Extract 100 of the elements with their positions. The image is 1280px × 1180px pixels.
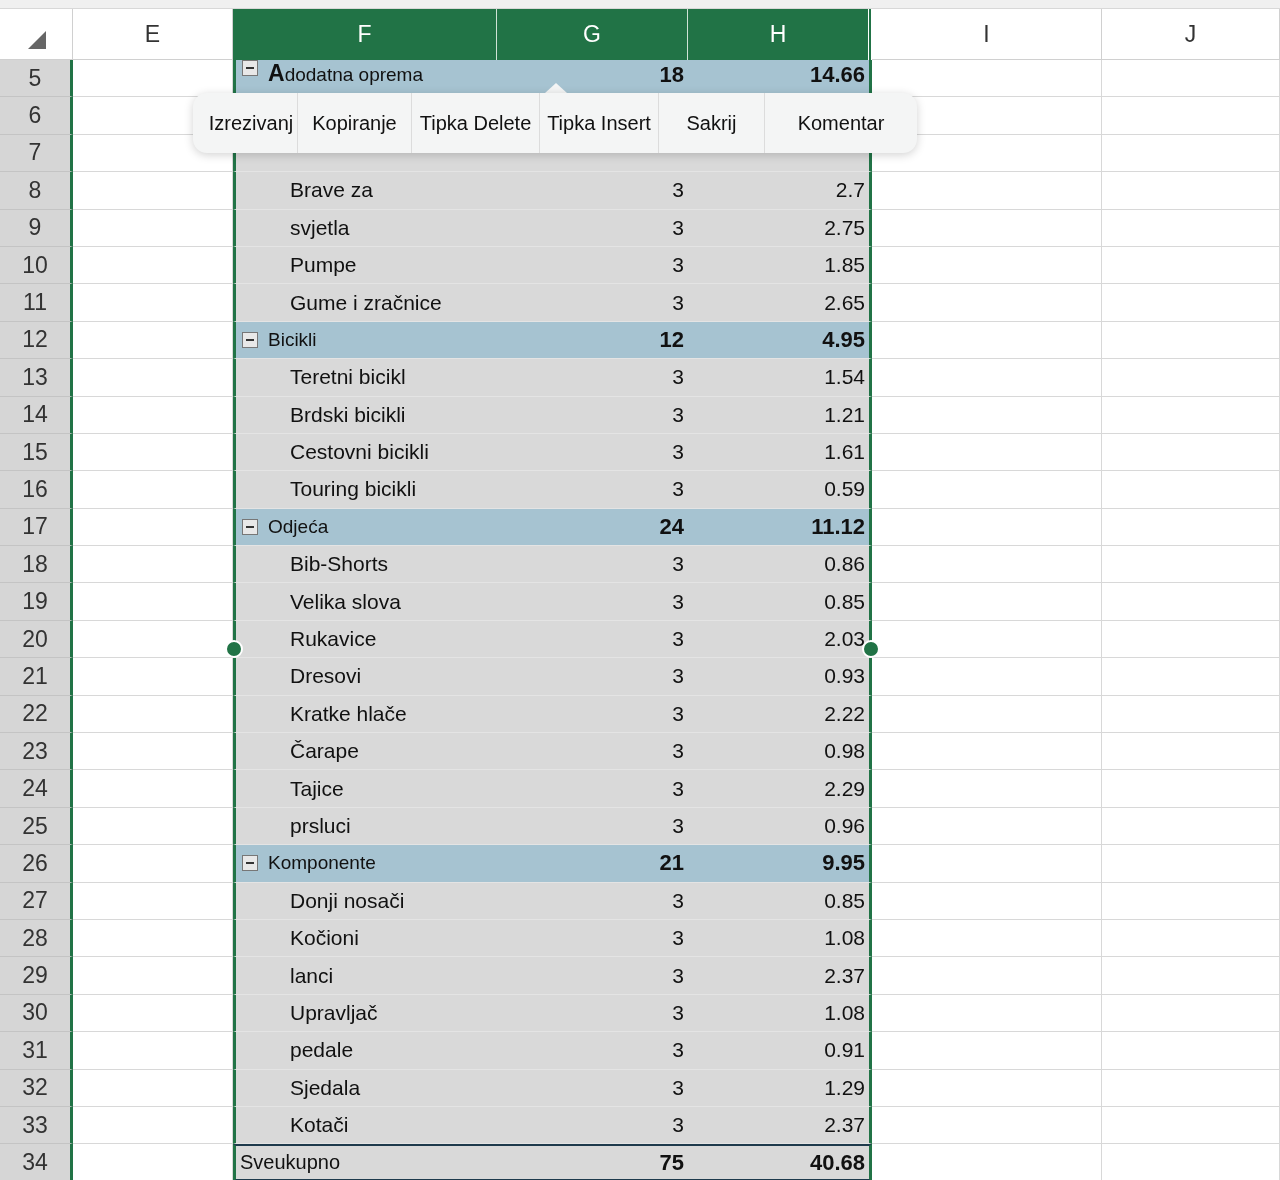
empty-cell[interactable] [1102, 583, 1280, 621]
value-cell[interactable]: 0.91 [688, 1032, 872, 1070]
empty-cell[interactable] [1102, 770, 1280, 808]
value-cell[interactable]: 2.29 [688, 770, 872, 808]
value-cell[interactable]: 3 [497, 396, 688, 434]
value-cell[interactable]: 3 [497, 658, 688, 696]
row-number[interactable]: 14 [0, 396, 73, 434]
value-cell[interactable]: 1.61 [688, 433, 872, 472]
column-header[interactable]: G [497, 9, 688, 60]
value-cell[interactable]: 0.85 [688, 583, 872, 621]
empty-cell[interactable] [1102, 60, 1280, 98]
empty-cell[interactable] [1102, 807, 1280, 846]
value-cell[interactable]: 3 [497, 695, 688, 734]
value-cell[interactable]: 1.54 [688, 359, 872, 397]
row-number[interactable]: 12 [0, 321, 73, 360]
menu-item[interactable]: Kopiranje [297, 93, 411, 153]
collapse-icon[interactable] [242, 331, 258, 348]
empty-cell[interactable] [1102, 433, 1280, 472]
row-number[interactable]: 5 [0, 60, 73, 98]
empty-cell[interactable] [1102, 695, 1280, 734]
value-cell[interactable]: 3 [497, 807, 688, 846]
row-number[interactable]: 19 [0, 583, 73, 621]
empty-cell[interactable] [1102, 957, 1280, 995]
empty-cell[interactable] [1102, 508, 1280, 547]
column-header[interactable]: F [233, 9, 497, 60]
value-cell[interactable]: 75 [497, 1144, 688, 1180]
empty-cell[interactable] [1102, 1069, 1280, 1107]
row-number[interactable]: 21 [0, 658, 73, 696]
row-number[interactable]: 20 [0, 620, 73, 659]
row-number[interactable]: 11 [0, 284, 73, 322]
value-cell[interactable]: 0.98 [688, 733, 872, 771]
row-number[interactable]: 9 [0, 209, 73, 247]
value-cell[interactable]: 3 [497, 246, 688, 285]
row-number[interactable]: 18 [0, 546, 73, 584]
value-cell[interactable]: 3 [497, 1032, 688, 1070]
row-number[interactable]: 7 [0, 134, 73, 173]
column-header[interactable]: E [73, 9, 233, 60]
row-number[interactable]: 17 [0, 508, 73, 547]
value-cell[interactable]: 2.03 [688, 620, 872, 659]
value-cell[interactable]: 3 [497, 209, 688, 247]
empty-cell[interactable] [1102, 546, 1280, 584]
value-cell[interactable]: 9.95 [688, 845, 872, 883]
menu-item[interactable]: Tipka Delete [411, 93, 539, 153]
row-number[interactable]: 27 [0, 882, 73, 920]
row-number[interactable]: 24 [0, 770, 73, 808]
value-cell[interactable]: 3 [497, 882, 688, 920]
empty-cell[interactable] [1102, 134, 1280, 173]
empty-cell[interactable] [1102, 396, 1280, 434]
value-cell[interactable]: 12 [497, 321, 688, 360]
value-cell[interactable]: 3 [497, 994, 688, 1033]
value-cell[interactable]: 1.08 [688, 994, 872, 1033]
value-cell[interactable]: 0.59 [688, 471, 872, 509]
value-cell[interactable]: 3 [497, 733, 688, 771]
value-cell[interactable]: 2.37 [688, 1106, 872, 1145]
value-cell[interactable]: 21 [497, 845, 688, 883]
row-number[interactable]: 15 [0, 433, 73, 472]
value-cell[interactable]: 3 [497, 471, 688, 509]
row-number[interactable]: 34 [0, 1144, 73, 1180]
value-cell[interactable]: 3 [497, 620, 688, 659]
value-cell[interactable]: 4.95 [688, 321, 872, 360]
collapse-icon[interactable] [242, 855, 258, 872]
value-cell[interactable]: 2.7 [688, 172, 872, 210]
empty-cell[interactable] [1102, 1106, 1280, 1145]
menu-item[interactable]: Izrezivanj [193, 93, 297, 153]
row-number[interactable]: 10 [0, 246, 73, 285]
empty-cell[interactable] [1102, 845, 1280, 883]
empty-cell[interactable] [1102, 471, 1280, 509]
row-number[interactable]: 22 [0, 695, 73, 734]
menu-item[interactable]: Tipka Insert [539, 93, 658, 153]
value-cell[interactable]: 3 [497, 546, 688, 584]
value-cell[interactable]: 0.86 [688, 546, 872, 584]
value-cell[interactable]: 0.96 [688, 807, 872, 846]
empty-cell[interactable] [1102, 733, 1280, 771]
value-cell[interactable]: 3 [497, 920, 688, 958]
collapse-icon[interactable] [242, 60, 258, 76]
column-header[interactable]: H [688, 9, 872, 60]
empty-cell[interactable] [1102, 658, 1280, 696]
value-cell[interactable]: 0.93 [688, 658, 872, 696]
selection-handle[interactable] [225, 640, 243, 658]
row-number[interactable]: 6 [0, 97, 73, 135]
column-header[interactable]: J [1102, 9, 1280, 60]
value-cell[interactable]: 3 [497, 957, 688, 995]
column-header[interactable]: I [872, 9, 1102, 60]
selection-handle[interactable] [862, 640, 880, 658]
value-cell[interactable]: 0.85 [688, 882, 872, 920]
row-number[interactable]: 25 [0, 807, 73, 846]
value-cell[interactable]: 40.68 [688, 1144, 872, 1180]
empty-cell[interactable] [1102, 321, 1280, 360]
value-cell[interactable]: 2.22 [688, 695, 872, 734]
value-cell[interactable]: 3 [497, 583, 688, 621]
empty-cell[interactable] [1102, 246, 1280, 285]
row-number[interactable]: 28 [0, 920, 73, 958]
row-number[interactable]: 8 [0, 172, 73, 210]
value-cell[interactable]: 1.29 [688, 1069, 872, 1107]
row-number[interactable]: 29 [0, 957, 73, 995]
value-cell[interactable]: 3 [497, 1106, 688, 1145]
value-cell[interactable]: 11.12 [688, 508, 872, 547]
value-cell[interactable]: 3 [497, 359, 688, 397]
empty-cell[interactable] [1102, 620, 1280, 659]
value-cell[interactable]: 24 [497, 508, 688, 547]
